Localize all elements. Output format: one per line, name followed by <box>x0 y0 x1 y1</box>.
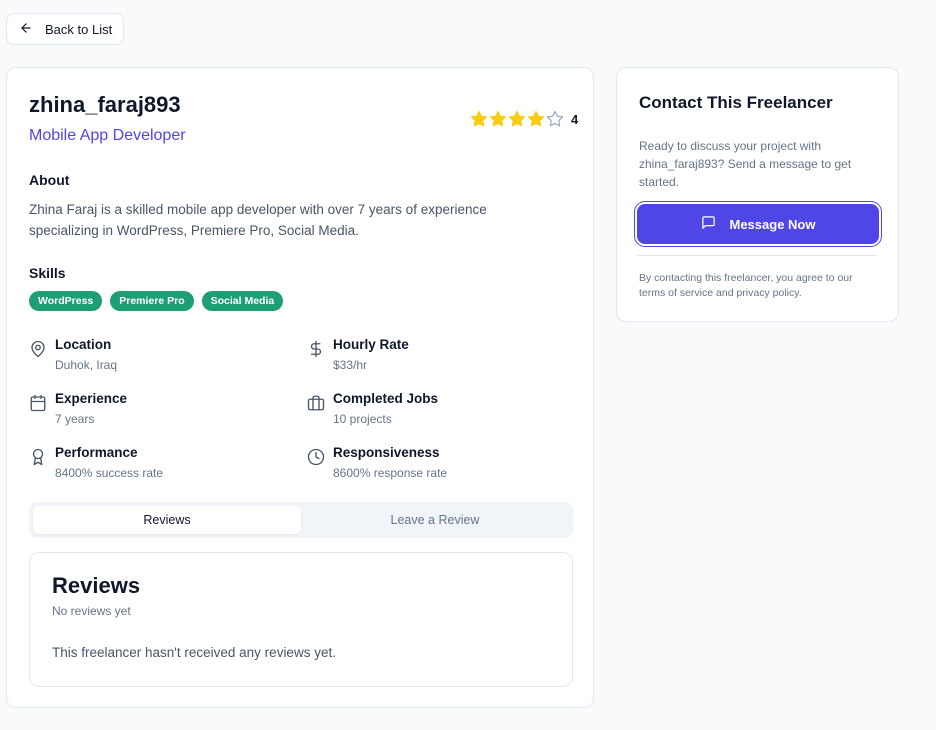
rating-value: 4 <box>571 111 579 127</box>
reviews-panel: Reviews No reviews yet This freelancer h… <box>29 552 573 687</box>
hourly-rate-value: $33/hr <box>333 358 368 372</box>
skill-badge: WordPress <box>29 291 103 311</box>
freelancer-username: zhina_faraj893 <box>29 92 181 117</box>
star-filled-icon <box>489 110 507 127</box>
performance-info: Performance 8400% success rate <box>29 444 163 482</box>
experience-label: Experience <box>55 391 128 406</box>
skills-heading: Skills <box>29 265 66 281</box>
clock-icon <box>307 444 325 482</box>
award-icon <box>29 444 47 482</box>
dollar-sign-icon <box>307 336 325 374</box>
performance-value: 8400% success rate <box>55 466 164 480</box>
skill-badge: Social Media <box>201 291 284 311</box>
arrow-left-icon <box>19 21 33 38</box>
divider <box>637 255 877 256</box>
location-value: Duhok, Iraq <box>55 358 118 372</box>
message-square-icon <box>701 215 716 233</box>
contact-text: Ready to discuss your project with zhina… <box>639 139 852 189</box>
review-tabs: Reviews Leave a Review <box>29 502 573 538</box>
message-now-label: Message Now <box>729 216 816 232</box>
back-label: Back to List <box>45 21 113 37</box>
hourly-rate-label: Hourly Rate <box>333 337 409 352</box>
location-label: Location <box>55 337 112 352</box>
tab-reviews[interactable]: Reviews <box>33 506 301 534</box>
map-pin-icon <box>29 336 47 374</box>
star-filled-icon <box>470 110 488 127</box>
about-heading: About <box>29 172 70 188</box>
calendar-icon <box>29 390 47 428</box>
responsiveness-value: 8600% response rate <box>333 466 448 480</box>
terms-notice: By contacting this freelancer, you agree… <box>639 272 853 299</box>
about-text: Zhina Faraj is a skilled mobile app deve… <box>29 202 487 238</box>
skill-badge: Premiere Pro <box>110 291 194 311</box>
experience-info: Experience 7 years <box>29 390 127 428</box>
star-empty-icon <box>546 110 564 127</box>
contact-title: Contact This Freelancer <box>639 93 833 112</box>
star-filled-icon <box>527 110 545 127</box>
profile-card: zhina_faraj893 Mobile App Developer 4 Ab… <box>6 67 594 708</box>
contact-card: Contact This Freelancer Ready to discuss… <box>616 67 899 322</box>
performance-label: Performance <box>55 445 138 460</box>
hourly-rate-info: Hourly Rate $33/hr <box>307 336 409 374</box>
reviews-subtitle: No reviews yet <box>52 604 131 618</box>
freelancer-role: Mobile App Developer <box>29 127 186 144</box>
completed-jobs-label: Completed Jobs <box>333 391 439 406</box>
tab-leave-a-review[interactable]: Leave a Review <box>301 506 569 534</box>
briefcase-icon <box>307 390 325 428</box>
responsiveness-label: Responsiveness <box>333 445 440 460</box>
skills-list: WordPress Premiere Pro Social Media <box>29 291 284 311</box>
completed-jobs-info: Completed Jobs 10 projects <box>307 390 438 428</box>
reviews-title: Reviews <box>52 573 141 598</box>
responsiveness-info: Responsiveness 8600% response rate <box>307 444 447 482</box>
message-now-button[interactable]: Message Now <box>637 204 879 244</box>
experience-value: 7 years <box>55 412 95 426</box>
location-info: Location Duhok, Iraq <box>29 336 117 374</box>
star-rating: 4 <box>470 110 578 128</box>
reviews-empty-message: This freelancer hasn't received any revi… <box>52 645 336 660</box>
star-filled-icon <box>508 110 526 127</box>
back-to-list-button[interactable]: Back to List <box>6 13 124 45</box>
completed-jobs-value: 10 projects <box>333 412 392 426</box>
